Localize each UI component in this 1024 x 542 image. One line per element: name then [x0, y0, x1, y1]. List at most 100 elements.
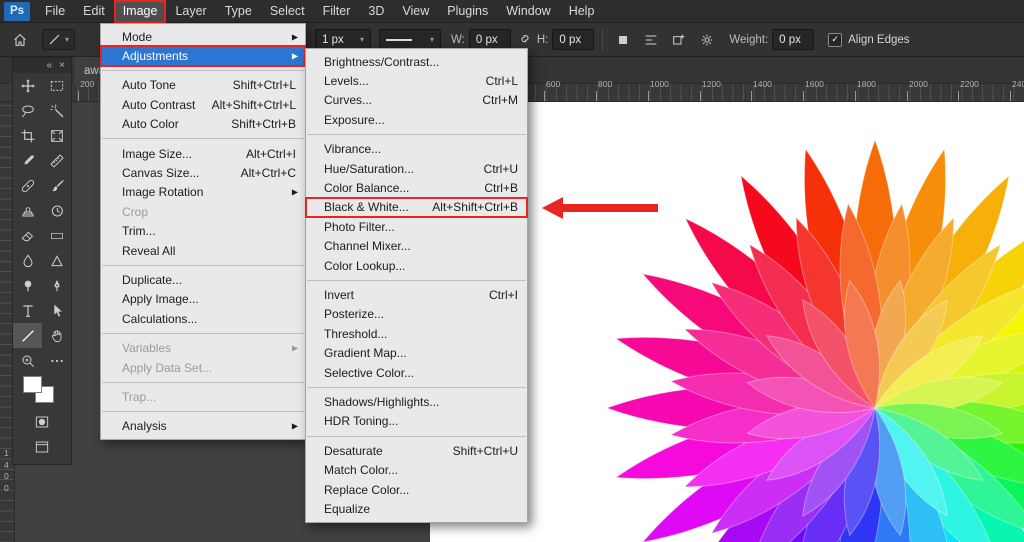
- menu-item-vibrance[interactable]: Vibrance...: [306, 140, 527, 159]
- path-operations-button[interactable]: [667, 28, 691, 52]
- crop-tool[interactable]: [13, 123, 42, 148]
- menu-item-replace-color[interactable]: Replace Color...: [306, 480, 527, 499]
- healing-brush-tool[interactable]: [13, 173, 42, 198]
- weight-input[interactable]: 0 px: [772, 29, 814, 50]
- menubar-item-layer[interactable]: Layer: [166, 0, 215, 23]
- gradient-tool-icon: [49, 228, 65, 244]
- menubar-item-image[interactable]: Image: [114, 0, 167, 23]
- menu-item-canvas-size[interactable]: Canvas Size...Alt+Ctrl+C: [101, 163, 305, 182]
- menu-item-equalize[interactable]: Equalize: [306, 499, 527, 518]
- menu-item-photo-filter[interactable]: Photo Filter...: [306, 217, 527, 236]
- ruler-tool[interactable]: [42, 148, 71, 173]
- menu-item-duplicate[interactable]: Duplicate...: [101, 270, 305, 289]
- history-brush-tool[interactable]: [42, 198, 71, 223]
- brush-tool[interactable]: [42, 173, 71, 198]
- frame-tool[interactable]: [42, 123, 71, 148]
- quick-selection-tool[interactable]: [42, 98, 71, 123]
- menu-item-hue-saturation[interactable]: Hue/Saturation...Ctrl+U: [306, 159, 527, 178]
- menu-item-levels[interactable]: Levels...Ctrl+L: [306, 71, 527, 90]
- menu-item-image-rotation[interactable]: Image Rotation▶: [101, 183, 305, 202]
- settings-button[interactable]: [695, 28, 719, 52]
- menu-item-shortcut: Shift+Ctrl+B: [215, 117, 296, 131]
- menu-item-calculations[interactable]: Calculations...: [101, 309, 305, 328]
- menu-item-variables[interactable]: Variables▶: [101, 338, 305, 357]
- align-edges-checkbox[interactable]: ✓: [828, 33, 842, 47]
- menu-item-brightness-contrast[interactable]: Brightness/Contrast...: [306, 52, 527, 71]
- hand-tool[interactable]: [42, 323, 71, 348]
- menu-item-reveal-all[interactable]: Reveal All: [101, 241, 305, 260]
- menu-item-hdr-toning[interactable]: HDR Toning...: [306, 412, 527, 431]
- lasso-tool[interactable]: [13, 98, 42, 123]
- menubar-item-filter[interactable]: Filter: [314, 0, 360, 23]
- chevron-down-icon: ▾: [360, 35, 364, 44]
- menubar-item-type[interactable]: Type: [216, 0, 261, 23]
- align-button[interactable]: [639, 28, 663, 52]
- screen-mode-button[interactable]: [13, 434, 71, 459]
- type-tool[interactable]: [13, 298, 42, 323]
- height-input[interactable]: 0 px: [552, 29, 594, 50]
- menu-item-black-white[interactable]: Black & White...Alt+Shift+Ctrl+B: [306, 198, 527, 217]
- menubar-item-edit[interactable]: Edit: [74, 0, 114, 23]
- zoom-tool[interactable]: [13, 348, 42, 373]
- eyedropper-tool[interactable]: [13, 148, 42, 173]
- home-button[interactable]: [8, 28, 32, 52]
- fill-mode-button[interactable]: [611, 28, 635, 52]
- menubar-item-3d[interactable]: 3D: [359, 0, 393, 23]
- menu-item-curves[interactable]: Curves...Ctrl+M: [306, 91, 527, 110]
- menu-item-apply-image[interactable]: Apply Image...: [101, 290, 305, 309]
- menubar-item-view[interactable]: View: [393, 0, 438, 23]
- blur-tool[interactable]: [13, 248, 42, 273]
- gradient-tool[interactable]: [42, 223, 71, 248]
- menu-item-mode[interactable]: Mode▶: [101, 27, 305, 46]
- menu-item-color-lookup[interactable]: Color Lookup...: [306, 256, 527, 275]
- edit-toolbar-icon: [49, 353, 65, 369]
- pen-tool[interactable]: [42, 273, 71, 298]
- tool-preset-picker[interactable]: ▾: [42, 29, 75, 50]
- width-input[interactable]: 0 px: [469, 29, 511, 50]
- sharpen-tool[interactable]: [42, 248, 71, 273]
- menu-item-trim[interactable]: Trim...: [101, 222, 305, 241]
- menubar-item-select[interactable]: Select: [261, 0, 314, 23]
- menu-item-image-size[interactable]: Image Size...Alt+Ctrl+I: [101, 144, 305, 163]
- menu-item-selective-color[interactable]: Selective Color...: [306, 363, 527, 382]
- menu-item-shadows-highlights[interactable]: Shadows/Highlights...: [306, 392, 527, 411]
- menu-item-channel-mixer[interactable]: Channel Mixer...: [306, 237, 527, 256]
- menu-item-apply-data-set[interactable]: Apply Data Set...: [101, 358, 305, 377]
- stroke-width-combo[interactable]: 1 px ▾: [315, 29, 371, 50]
- menu-item-auto-color[interactable]: Auto ColorShift+Ctrl+B: [101, 115, 305, 134]
- marquee-tool[interactable]: [42, 73, 71, 98]
- eraser-tool[interactable]: [13, 223, 42, 248]
- menu-item-color-balance[interactable]: Color Balance...Ctrl+B: [306, 178, 527, 197]
- menu-item-threshold[interactable]: Threshold...: [306, 324, 527, 343]
- foreground-color-swatch[interactable]: [23, 376, 42, 393]
- menubar-item-window[interactable]: Window: [497, 0, 559, 23]
- menu-item-exposure[interactable]: Exposure...: [306, 110, 527, 129]
- quick-mask-button[interactable]: [13, 409, 71, 434]
- menu-item-invert[interactable]: InvertCtrl+I: [306, 285, 527, 304]
- clone-stamp-tool[interactable]: [13, 198, 42, 223]
- menu-item-trap[interactable]: Trap...: [101, 387, 305, 406]
- menubar-item-file[interactable]: File: [36, 0, 74, 23]
- menu-item-auto-contrast[interactable]: Auto ContrastAlt+Shift+Ctrl+L: [101, 95, 305, 114]
- stroke-style-combo[interactable]: ▾: [379, 29, 441, 50]
- menu-item-auto-tone[interactable]: Auto ToneShift+Ctrl+L: [101, 76, 305, 95]
- menu-item-analysis[interactable]: Analysis▶: [101, 417, 305, 436]
- menu-item-desaturate[interactable]: DesaturateShift+Ctrl+U: [306, 441, 527, 460]
- line-tool[interactable]: [13, 323, 42, 348]
- dodge-tool[interactable]: [13, 273, 42, 298]
- menu-item-gradient-map[interactable]: Gradient Map...: [306, 343, 527, 362]
- color-swatches: [13, 373, 71, 409]
- collapse-panel-icon[interactable]: «: [47, 61, 53, 71]
- menu-item-posterize[interactable]: Posterize...: [306, 305, 527, 324]
- menu-item-adjustments[interactable]: Adjustments▶: [101, 46, 305, 65]
- menubar-item-help[interactable]: Help: [560, 0, 604, 23]
- path-selection-tool[interactable]: [42, 298, 71, 323]
- move-tool[interactable]: [13, 73, 42, 98]
- menubar-item-plugins[interactable]: Plugins: [438, 0, 497, 23]
- photoshop-logo[interactable]: Ps: [4, 2, 30, 21]
- menu-item-match-color[interactable]: Match Color...: [306, 460, 527, 479]
- align-icon: [643, 32, 659, 48]
- close-panel-icon[interactable]: ×: [59, 61, 65, 71]
- menu-item-crop[interactable]: Crop: [101, 202, 305, 221]
- edit-toolbar[interactable]: [42, 348, 71, 373]
